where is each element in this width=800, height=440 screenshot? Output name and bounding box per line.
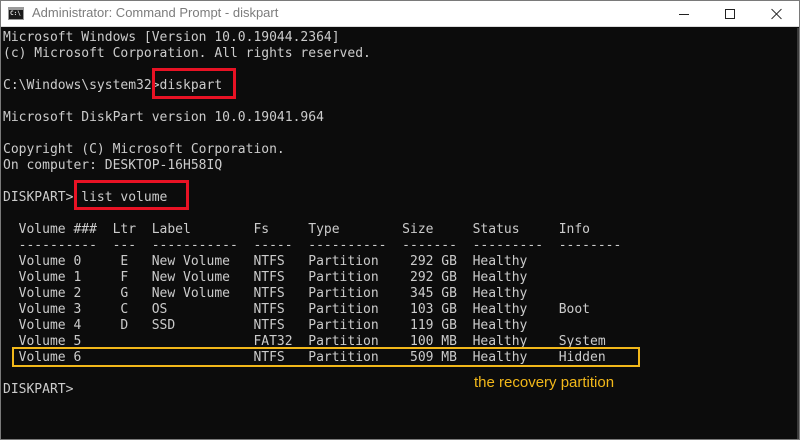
console-line: Microsoft DiskPart version 10.0.19041.96… <box>3 110 324 125</box>
console-line: (c) Microsoft Corporation. All rights re… <box>3 46 371 61</box>
app-icon-text: C:\ <box>10 10 21 17</box>
volume-table-row: Volume 3 C OS NTFS Partition 103 GB Heal… <box>3 302 590 317</box>
volume-table-divider: ---------- --- ----------- ----- -------… <box>3 238 622 253</box>
close-button[interactable] <box>753 1 799 27</box>
console-line: On computer: DESKTOP-16H58IQ <box>3 158 223 173</box>
minimize-icon <box>679 14 689 15</box>
minimize-button[interactable] <box>661 1 707 27</box>
diskpart-command-highlight <box>152 68 236 99</box>
window-title: Administrator: Command Prompt - diskpart <box>32 5 279 20</box>
volume-table-row: Volume 4 D SSD NTFS Partition 119 GB Hea… <box>3 318 528 333</box>
volume-table-header: Volume ### Ltr Label Fs Type Size Status… <box>3 222 590 237</box>
title-bar[interactable]: C:\ Administrator: Command Prompt - disk… <box>1 1 799 27</box>
console-line: Copyright (C) Microsoft Corporation. <box>3 142 285 157</box>
maximize-button[interactable] <box>707 1 753 27</box>
console-line: Microsoft Windows [Version 10.0.19044.23… <box>3 30 340 45</box>
volume-table-row: Volume 0 E New Volume NTFS Partition 292… <box>3 254 528 269</box>
diskpart-prompt[interactable]: DISKPART> <box>3 382 73 398</box>
volume-table-row: Volume 2 G New Volume NTFS Partition 345… <box>3 286 528 301</box>
volume-table-row: Volume 1 F New Volume NTFS Partition 292… <box>3 270 528 285</box>
command-prompt-icon[interactable]: C:\ <box>8 7 24 20</box>
list-volume-highlight <box>74 180 189 210</box>
command-prompt-window: C:\ Administrator: Command Prompt - disk… <box>0 0 800 440</box>
vertical-scrollbar[interactable] <box>797 28 799 439</box>
recovery-partition-annotation: the recovery partition <box>474 374 615 391</box>
maximize-icon <box>725 9 735 19</box>
recovery-partition-highlight <box>12 347 640 367</box>
console-output[interactable]: Microsoft Windows [Version 10.0.19044.23… <box>2 28 799 439</box>
